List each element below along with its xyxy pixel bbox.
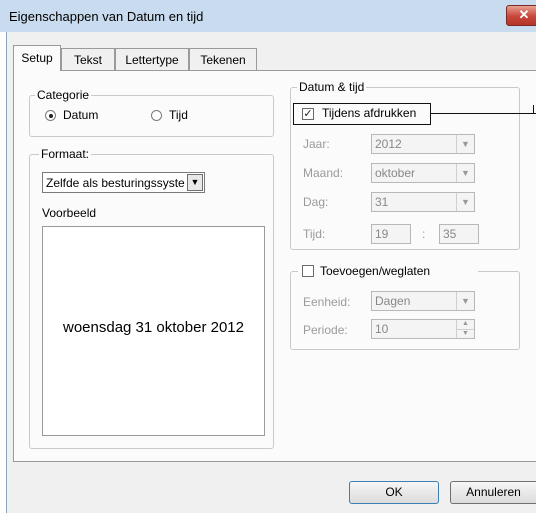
- categorie-label: Categorie: [35, 88, 92, 102]
- chevron-down-icon[interactable]: ▼: [456, 292, 474, 310]
- radio-datum[interactable]: [45, 110, 56, 121]
- preview-box: woensdag 31 oktober 2012: [42, 226, 265, 436]
- print-checkbox-label[interactable]: Tijdens afdrukken: [322, 106, 416, 120]
- dag-value: 31: [375, 195, 389, 209]
- print-checkbox[interactable]: ✓: [302, 108, 314, 120]
- callout-line-end: [533, 105, 534, 114]
- radio-tijd-label[interactable]: Tijd: [169, 108, 188, 122]
- tab-tekst[interactable]: Tekst: [61, 48, 115, 70]
- toevoegen-checkbox[interactable]: [302, 265, 314, 277]
- radio-datum-label[interactable]: Datum: [63, 108, 98, 122]
- chevron-down-icon[interactable]: ▼: [456, 135, 474, 153]
- eenheid-value: Dagen: [375, 294, 411, 308]
- tijd-label: Tijd:: [303, 227, 326, 241]
- jaar-select[interactable]: 2012 ▼: [371, 134, 475, 154]
- window-title: Eigenschappen van Datum en tijd: [9, 9, 204, 24]
- tijd-minutes-field[interactable]: 35: [439, 224, 479, 244]
- jaar-label: Jaar:: [303, 137, 330, 151]
- spin-down-icon[interactable]: ▼: [456, 329, 474, 338]
- datum-tijd-label: Datum & tijd: [297, 80, 367, 94]
- chevron-down-icon[interactable]: ▼: [456, 193, 474, 211]
- periode-label: Periode:: [303, 323, 348, 337]
- jaar-value: 2012: [375, 137, 402, 151]
- chevron-down-icon[interactable]: ▼: [456, 164, 474, 182]
- callout-line: [431, 113, 536, 114]
- tab-tekenen[interactable]: Tekenen: [189, 48, 257, 70]
- tab-lettertype[interactable]: Lettertype: [115, 48, 189, 70]
- chevron-down-icon[interactable]: ▼: [187, 174, 203, 191]
- tijd-separator: :: [422, 227, 426, 241]
- voorbeeld-label: Voorbeeld: [42, 206, 97, 220]
- periode-spinner[interactable]: 10 ▲ ▼: [371, 319, 475, 339]
- formaat-select[interactable]: Zelfde als besturingssyste ▼: [42, 172, 205, 193]
- periode-value: 10: [375, 322, 389, 336]
- maand-select[interactable]: oktober ▼: [371, 163, 475, 183]
- dag-select[interactable]: 31 ▼: [371, 192, 475, 212]
- radio-tijd[interactable]: [151, 110, 162, 121]
- dag-label: Dag:: [303, 195, 329, 209]
- preview-text: woensdag 31 oktober 2012: [63, 319, 244, 336]
- close-button[interactable]: ✕: [506, 5, 536, 26]
- toevoegen-label[interactable]: Toevoegen/weglaten: [320, 264, 430, 278]
- formaat-label: Formaat:: [39, 147, 92, 161]
- maand-label: Maand:: [303, 166, 344, 180]
- maand-value: oktober: [375, 166, 416, 180]
- eenheid-label: Eenheid:: [303, 295, 351, 309]
- tijd-hours-field[interactable]: 19: [371, 224, 411, 244]
- cancel-button[interactable]: Annuleren: [450, 481, 536, 504]
- tab-setup[interactable]: Setup: [13, 45, 61, 71]
- formaat-select-value: Zelfde als besturingssyste: [46, 176, 185, 190]
- ok-button[interactable]: OK: [349, 481, 439, 504]
- eenheid-select[interactable]: Dagen ▼: [371, 291, 475, 311]
